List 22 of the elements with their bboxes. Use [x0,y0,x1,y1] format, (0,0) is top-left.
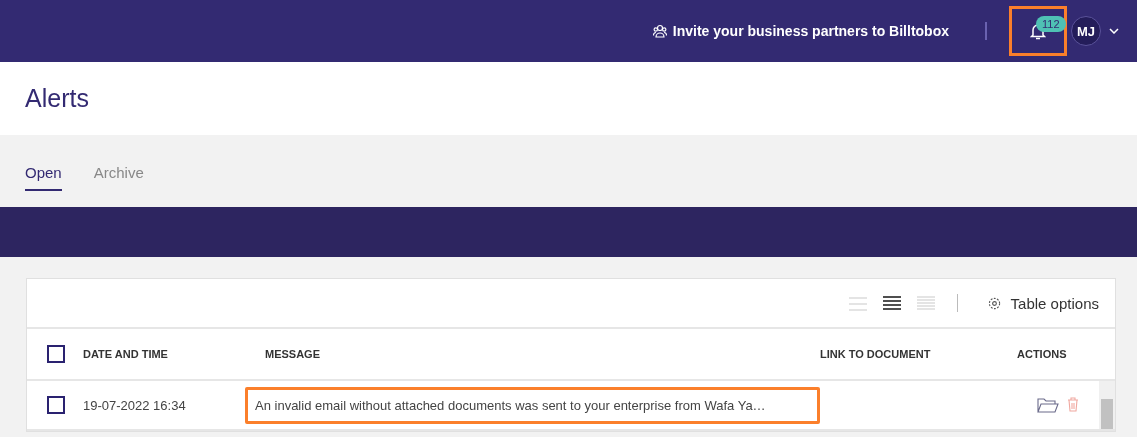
settings-icon [987,296,1001,310]
density-button[interactable] [882,295,901,311]
folder-icon[interactable] [1037,397,1059,413]
column-header: MESSAGE [265,348,321,360]
table-cell: 19-07-2022 16:34 [83,397,186,413]
people-icon [652,24,667,38]
message-cell: An invalid email without attached documents was sent to your enterprise from Wafa Ya… [245,386,820,424]
column-header: LINK TO DOCUMENT [820,348,932,360]
user-avatar[interactable]: MJ [1071,16,1101,46]
page-title: Alerts [25,84,89,113]
chevron-down-icon[interactable] [1109,28,1119,34]
checkbox[interactable] [47,396,65,414]
notification-count: 112 [1036,16,1066,32]
column-header: DATE AND TIME [83,348,169,360]
checkbox[interactable] [47,345,65,363]
column-header: ACTIONS [1016,348,1068,360]
tab[interactable]: Open [25,164,62,191]
scrollbar[interactable] [1099,381,1115,429]
density-icon [882,295,901,311]
density-icon [848,295,867,311]
density-icon [916,295,935,311]
table-options-button[interactable]: Table options [987,294,1099,312]
